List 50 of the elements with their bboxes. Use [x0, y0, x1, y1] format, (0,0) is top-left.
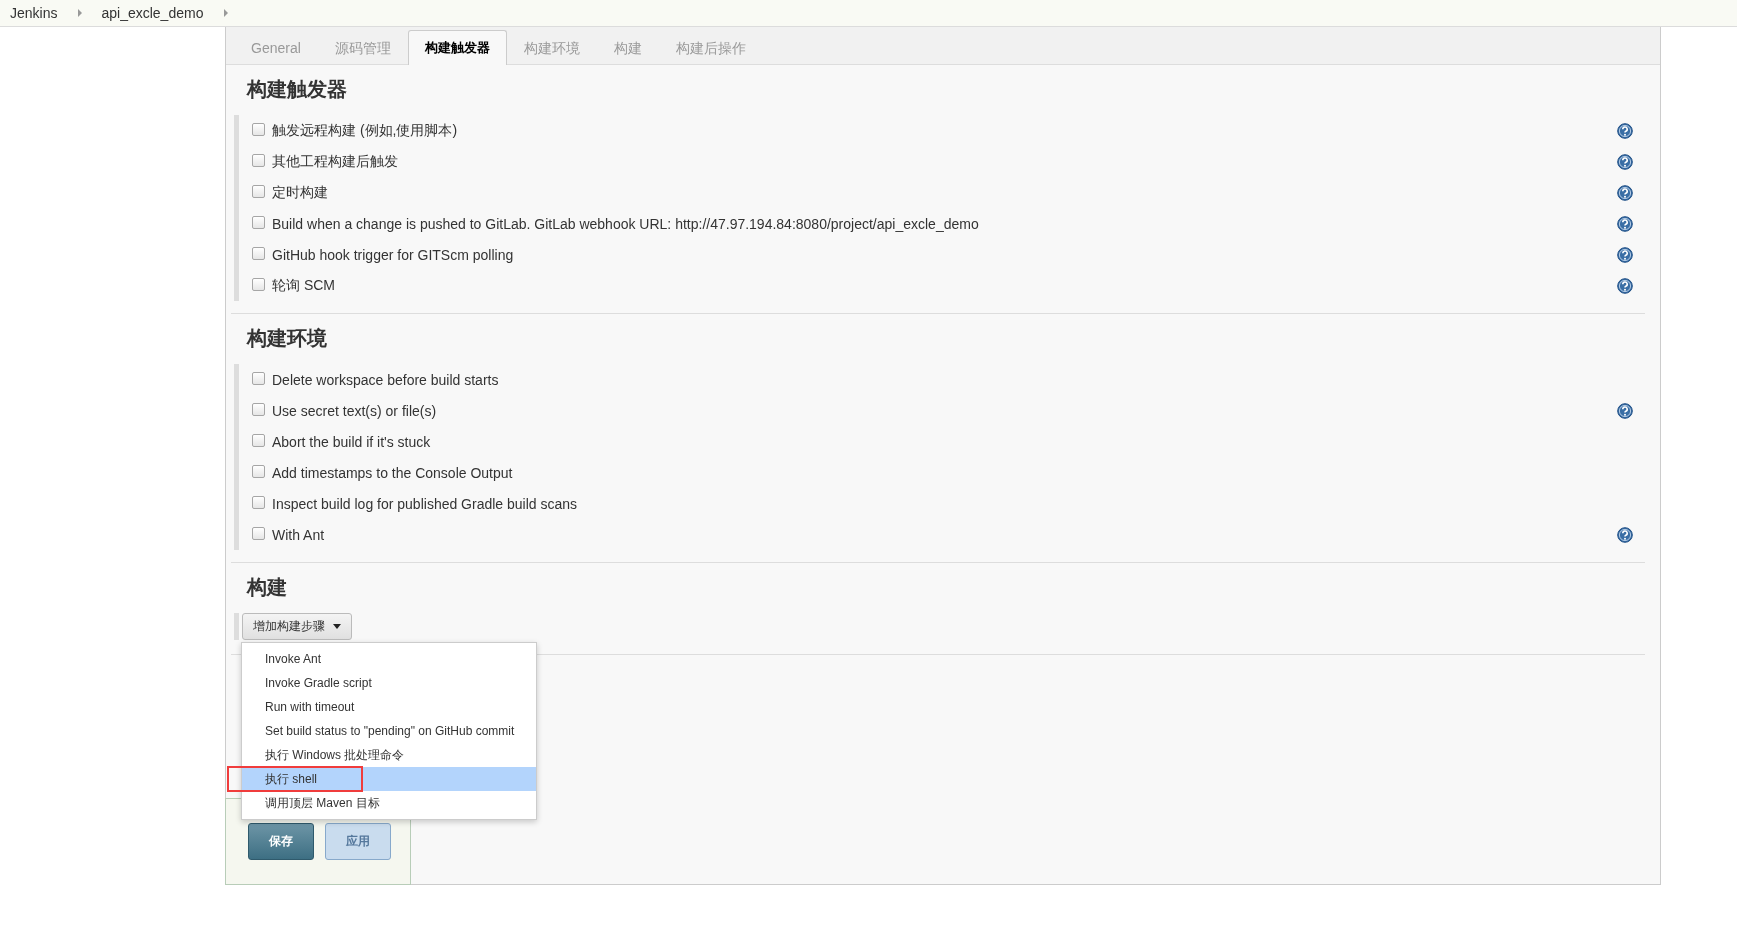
option-label: Inspect build log for published Gradle build scans	[272, 495, 579, 512]
menu-item[interactable]: Invoke Ant	[242, 647, 536, 671]
menu-item[interactable]: 调用顶层 Maven 目标	[242, 791, 536, 815]
option-label: Use secret text(s) or file(s)	[272, 402, 438, 419]
checkbox[interactable]	[252, 154, 265, 167]
option-label: 定时构建	[272, 183, 329, 202]
option-label: Build when a change is pushed to GitLab. GitLab webhook URL: http://47.97.194.84:8080/project/api_excle_demo	[272, 215, 980, 232]
section-heading: 构建环境	[245, 326, 328, 351]
menu-item[interactable]: Run with timeout	[242, 695, 536, 719]
checkbox[interactable]	[252, 247, 265, 260]
checkbox[interactable]	[252, 527, 265, 540]
menu-item[interactable]: 执行 shell	[242, 767, 536, 791]
menu-item[interactable]: Set build status to "pending" on GitHub commit	[242, 719, 536, 743]
help-icon[interactable]	[1617, 215, 1633, 232]
checkbox[interactable]	[252, 123, 265, 136]
checkbox[interactable]	[252, 216, 265, 229]
checkbox[interactable]	[252, 372, 265, 385]
option-label: GitHub hook trigger for GITScm polling	[272, 246, 515, 263]
checkbox[interactable]	[252, 403, 265, 416]
section-heading: 构建触发器	[245, 77, 348, 102]
help-icon[interactable]	[1617, 246, 1633, 263]
section-heading: 构建	[245, 575, 288, 600]
help-icon[interactable]	[1617, 122, 1633, 139]
chevron-icon[interactable]	[223, 9, 230, 17]
caret-icon	[333, 624, 341, 629]
checkbox[interactable]	[252, 185, 265, 198]
add-step-button[interactable]: 增加构建步骤	[242, 613, 352, 640]
tab[interactable]: 构建触发器	[407, 30, 507, 65]
breadcrumb-link[interactable]: Jenkins	[10, 5, 68, 21]
help-icon[interactable]	[1617, 402, 1633, 419]
option-label: Add timestamps to the Console Output	[272, 464, 514, 481]
option-label: 轮询 SCM	[272, 276, 336, 295]
chevron-icon[interactable]	[77, 9, 84, 17]
option-label: 触发远程构建 (例如,使用脚本)	[272, 121, 459, 140]
checkbox[interactable]	[252, 496, 265, 509]
help-icon[interactable]	[1617, 526, 1633, 543]
help-icon[interactable]	[1617, 153, 1633, 170]
checkbox[interactable]	[252, 278, 265, 291]
menu-item[interactable]: Invoke Gradle script	[242, 671, 536, 695]
option-label: 其他工程构建后触发	[272, 152, 399, 171]
checkbox[interactable]	[252, 465, 265, 478]
breadcrumb-link[interactable]: api_excle_demo	[101, 5, 214, 21]
menu-item[interactable]: 执行 Windows 批处理命令	[242, 743, 536, 767]
option-label: With Ant	[272, 526, 326, 543]
option-label: Delete workspace before build starts	[272, 371, 500, 388]
help-icon[interactable]	[1617, 277, 1633, 294]
option-label: Abort the build if it's stuck	[272, 433, 432, 450]
save-button[interactable]: 保存	[248, 823, 314, 860]
help-icon[interactable]	[1617, 184, 1633, 201]
checkbox[interactable]	[252, 434, 265, 447]
